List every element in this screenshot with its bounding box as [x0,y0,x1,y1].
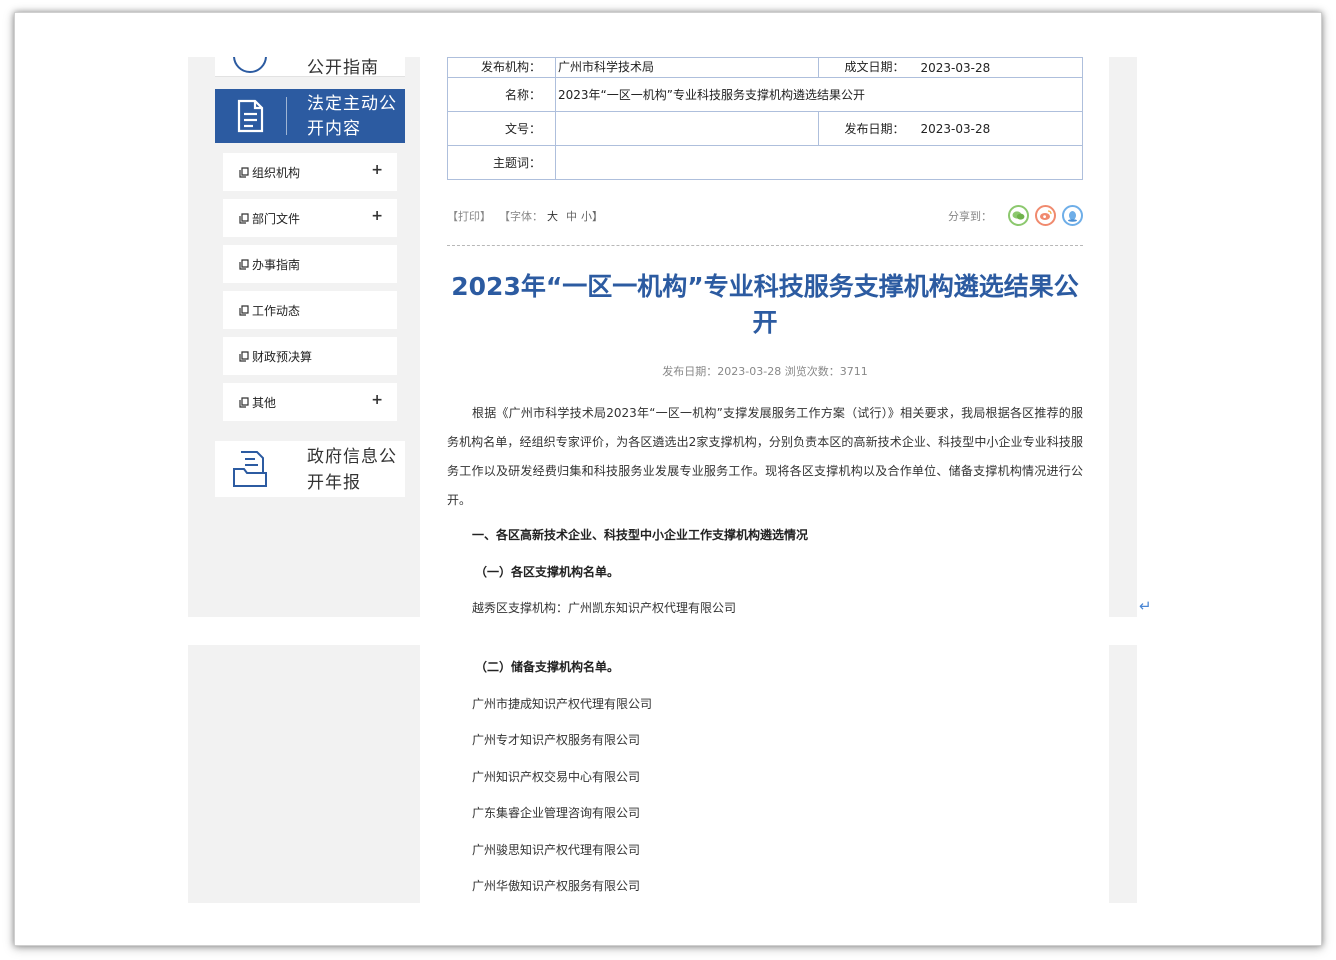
doc-icon [239,350,249,362]
article-tools: 【打印】 【字体： 大 中 小】 分享到： [447,205,1083,227]
wechat-share-icon[interactable] [1008,205,1029,226]
publisher-key: 发布机构： [447,57,556,78]
sidebar-item-label: 财政预决算 [252,349,313,364]
doc-icon [239,304,249,316]
icon-separator [286,97,287,135]
font-medium-button[interactable]: 中 [566,208,577,224]
sidebar-item-label: 工作动态 [252,303,301,318]
doc-icon [239,212,249,224]
name-key: 名称： [447,77,556,112]
table-row: 主题词： [447,145,1083,180]
share-label: 分享到： [948,209,992,223]
table-row: 名称： 2023年“一区一机构”专业科技服务支撑机构遴选结果公开 [447,77,1083,112]
table-row: 文号： 发布日期： 2023-03-28 [447,111,1083,146]
guide-icon [233,57,267,73]
expand-icon[interactable]: + [371,392,383,408]
sidebar-item-label: 组织机构 [252,165,301,180]
sidebar-item-org[interactable]: 组织机构 + [223,153,397,191]
expand-icon[interactable]: + [371,162,383,178]
publisher-value: 广州市科学技术局 [555,57,819,78]
sidebar-top-label: 公开指南 [307,58,379,77]
sidebar-active-disclosure[interactable]: 法定主动公开内容 [215,89,405,143]
divider [447,245,1083,246]
font-large-button[interactable]: 大 [547,208,558,224]
sidebar-report-label: 政府信息公开年报 [307,447,397,493]
sidebar-item-other[interactable]: 其他 + [223,383,397,421]
return-icon: ↵ [1139,597,1152,615]
left-gray-panel-lower [188,645,420,903]
table-row: 发布机构： 广州市科学技术局 成文日期： 2023-03-28 [447,57,1083,78]
share-bar: 分享到： [948,205,1083,226]
font-small-button[interactable]: 小】 [581,208,603,224]
document-icon [237,99,264,133]
weibo-share-icon[interactable] [1035,205,1056,226]
list-item: 广州市捷成知识产权代理有限公司 [472,697,653,711]
right-gray-panel-lower [1109,645,1137,903]
document-frame: 公开指南 法定主动公开内容 组织机构 + 部门文件 + 办事指南 工作动态 财政… [14,12,1322,946]
created-key: 成文日期： [818,57,919,78]
sidebar-item-work-news[interactable]: 工作动态 [223,291,397,329]
sidebar-item-service-guide[interactable]: 办事指南 [223,245,397,283]
doc-icon [239,396,249,408]
name-value: 2023年“一区一机构”专业科技服务支撑机构遴选结果公开 [555,77,1083,112]
created-value: 2023-03-28 [918,57,1083,78]
sidebar-item-label: 部门文件 [252,211,301,226]
list-item: 广州华傲知识产权服务有限公司 [472,879,641,893]
pub-date-value: 2023-03-28 [918,111,1083,146]
sidebar-item-budget[interactable]: 财政预决算 [223,337,397,375]
sidebar-annual-report[interactable]: 政府信息公开年报 [215,441,405,497]
subject-value [555,145,1083,180]
folder-document-icon [233,451,267,487]
list-item: 广东集睿企业管理咨询有限公司 [472,806,641,820]
sidebar-disclosure-guide[interactable]: 公开指南 [215,57,405,77]
info-table: 发布机构： 广州市科学技术局 成文日期： 2023-03-28 名称： 2023… [447,57,1083,180]
sidebar-item-label: 其他 [252,395,277,410]
docno-value [555,111,819,146]
expand-icon[interactable]: + [371,208,383,224]
article-intro: 根据《广州市科学技术局2023年“一区一机构”支撑发展服务工作方案（试行）》相关… [447,406,1083,507]
article-title: 2023年“一区一机构”专业科技服务支撑机构遴选结果公开 [451,272,1079,337]
yuexiu-institution: 越秀区支撑机构：广州凯东知识产权代理有限公司 [472,601,737,615]
docno-key: 文号： [447,111,556,146]
sidebar-item-dept-files[interactable]: 部门文件 + [223,199,397,237]
article-meta: 发布日期：2023-03-28 浏览次数：3711 [662,365,868,378]
right-gray-panel [1109,57,1137,617]
qq-share-icon[interactable] [1062,205,1083,226]
subsection-heading: （二）储备支撑机构名单。 [475,660,620,674]
subsection-heading: （一）各区支撑机构名单。 [475,565,620,579]
section-heading: 一、各区高新技术企业、科技型中小企业工作支撑机构遴选情况 [472,528,809,542]
pub-date-key: 发布日期： [818,111,919,146]
subject-key: 主题词： [447,145,556,180]
list-item: 广州知识产权交易中心有限公司 [472,770,641,784]
sidebar-item-label: 办事指南 [252,257,301,272]
doc-icon [239,258,249,270]
print-link[interactable]: 【打印】 [447,208,491,224]
doc-icon [239,166,249,178]
sidebar-main-label: 法定主动公开内容 [307,94,397,139]
list-item: 广州专才知识产权服务有限公司 [472,733,641,747]
list-item: 广州骏思知识产权代理有限公司 [472,843,641,857]
font-size-label: 【字体： [499,210,543,223]
